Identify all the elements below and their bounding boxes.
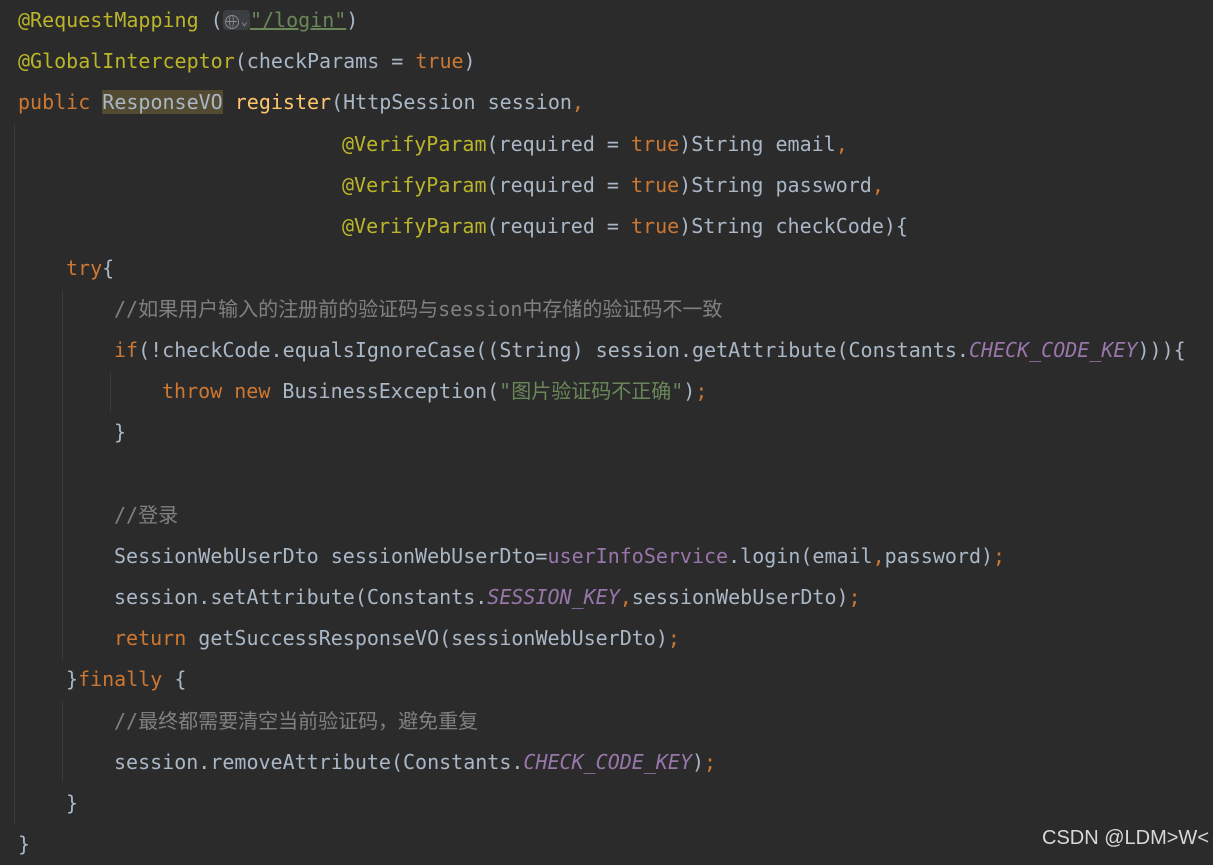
code-line-20: } bbox=[66, 791, 79, 815]
code-line-1: @RequestMapping (⌄ "/login") bbox=[18, 8, 359, 32]
code-comment: //登录 bbox=[114, 503, 179, 527]
code-line-9: if(!checkCode.equalsIgnoreCase((String) … bbox=[114, 338, 1186, 362]
indent-guide bbox=[62, 290, 63, 660]
code-line-18: //最终都需要清空当前验证码，避免重复 bbox=[114, 701, 478, 742]
annotation: @VerifyParam bbox=[342, 173, 487, 197]
code-line-2: @GlobalInterceptor(checkParams = true) bbox=[18, 49, 476, 73]
constant: SESSION_KEY bbox=[487, 585, 620, 609]
code-line-17: }finally { bbox=[66, 667, 187, 691]
indent-guide bbox=[14, 124, 15, 824]
code-line-11: } bbox=[114, 420, 127, 444]
code-line-21: } bbox=[18, 832, 31, 856]
code-line-13: //登录 bbox=[114, 495, 178, 536]
chevron-down-icon: ⌄ bbox=[240, 14, 248, 28]
url-inlay-hint[interactable]: ⌄ bbox=[222, 10, 250, 30]
globe-icon bbox=[224, 15, 239, 29]
constant: CHECK_CODE_KEY bbox=[523, 750, 692, 774]
code-line-8: //如果用户输入的注册前的验证码与session中存储的验证码不一致 bbox=[114, 289, 722, 330]
request-path-link[interactable]: "/login" bbox=[250, 8, 346, 32]
code-comment: //最终都需要清空当前验证码，避免重复 bbox=[114, 709, 479, 733]
code-line-14: SessionWebUserDto sessionWebUserDto=user… bbox=[114, 544, 1006, 568]
annotation: @VerifyParam bbox=[342, 214, 487, 238]
field-reference: userInfoService bbox=[547, 544, 729, 568]
annotation: @RequestMapping bbox=[18, 8, 199, 32]
string-literal: "图片验证码不正确" bbox=[499, 379, 684, 403]
indent-guide bbox=[110, 372, 111, 412]
code-editor[interactable]: @RequestMapping (⌄ "/login") @GlobalInter… bbox=[0, 0, 1213, 856]
highlighted-type: ResponseVO bbox=[102, 90, 223, 114]
code-comment: //如果用户输入的注册前的验证码与session中存储的验证码不一致 bbox=[114, 297, 723, 321]
annotation: @GlobalInterceptor bbox=[18, 49, 235, 73]
code-line-7: try{ bbox=[66, 256, 115, 280]
method-name: register bbox=[234, 90, 332, 114]
code-line-16: return getSuccessResponseVO(sessionWebUs… bbox=[114, 626, 680, 650]
code-line-4: @VerifyParam(required = true)String emai… bbox=[342, 132, 848, 156]
code-line-19: session.removeAttribute(Constants.CHECK_… bbox=[114, 750, 717, 774]
code-line-6: @VerifyParam(required = true)String chec… bbox=[342, 214, 908, 238]
code-line-3: public ResponseVO register(HttpSession s… bbox=[18, 90, 584, 114]
code-line-5: @VerifyParam(required = true)String pass… bbox=[342, 173, 884, 197]
constant: CHECK_CODE_KEY bbox=[968, 338, 1138, 362]
code-line-10: throw new BusinessException("图片验证码不正确"); bbox=[162, 379, 708, 403]
watermark: CSDN @LDM>W< bbox=[1042, 827, 1209, 849]
code-line-15: session.setAttribute(Constants.SESSION_K… bbox=[114, 585, 861, 609]
annotation: @VerifyParam bbox=[342, 132, 487, 156]
indent-guide bbox=[62, 702, 63, 782]
